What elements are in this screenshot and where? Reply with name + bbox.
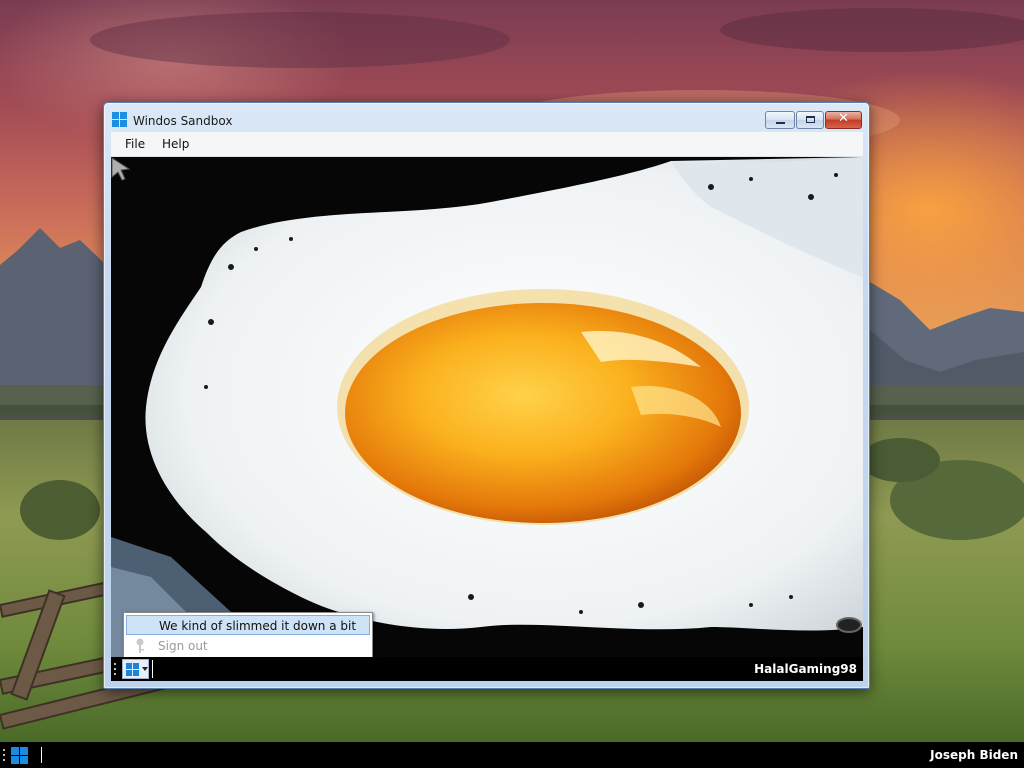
minimize-button[interactable] [765, 111, 795, 129]
menu-help[interactable]: Help [162, 137, 189, 151]
taskbar-grip [114, 673, 116, 675]
close-button[interactable]: ✕ [825, 111, 862, 129]
taskbar-grip [3, 759, 5, 761]
sandbox-user-name: HalalGaming98 [754, 662, 857, 676]
close-icon: ✕ [838, 111, 849, 126]
windows-logo-icon [112, 112, 128, 128]
menu-item-label: We kind of slimmed it down a bit [159, 619, 357, 633]
chevron-down-icon [142, 667, 148, 671]
sandbox-content[interactable]: We kind of slimmed it down a bit Sign ou… [111, 157, 863, 681]
menu-item-label: Sign out [158, 639, 208, 653]
host-taskbar: Joseph Biden [0, 742, 1024, 768]
taskbar-grip [114, 663, 116, 665]
host-user-name: Joseph Biden [930, 748, 1018, 762]
menu-item-sign-out[interactable]: Sign out [126, 636, 370, 656]
minimize-icon [776, 122, 785, 124]
fried-egg-image [111, 157, 863, 657]
text-caret [152, 660, 153, 678]
windows-logo-icon [126, 663, 140, 677]
window-title: Windos Sandbox [133, 114, 233, 128]
sandbox-taskbar: HalalGaming98 [111, 657, 863, 681]
start-popup-menu: We kind of slimmed it down a bit Sign ou… [123, 612, 373, 658]
taskbar-grip [114, 668, 116, 670]
windows-logo-icon[interactable] [11, 747, 28, 764]
mouse-cursor-icon [111, 157, 131, 181]
maximize-icon [806, 116, 815, 123]
menu-bar: File Help [111, 132, 863, 157]
taskbar-grip [3, 749, 5, 751]
menu-file[interactable]: File [125, 137, 145, 151]
text-caret [41, 747, 42, 763]
sandbox-window[interactable]: Windos Sandbox ✕ File Help We kind of sl… [103, 102, 870, 689]
taskbar-grip [3, 754, 5, 756]
menu-item-slimmed[interactable]: We kind of slimmed it down a bit [126, 615, 370, 635]
maximize-button[interactable] [796, 111, 824, 129]
window-titlebar[interactable]: Windos Sandbox ✕ [104, 103, 869, 132]
sandbox-start-button[interactable] [122, 659, 149, 679]
